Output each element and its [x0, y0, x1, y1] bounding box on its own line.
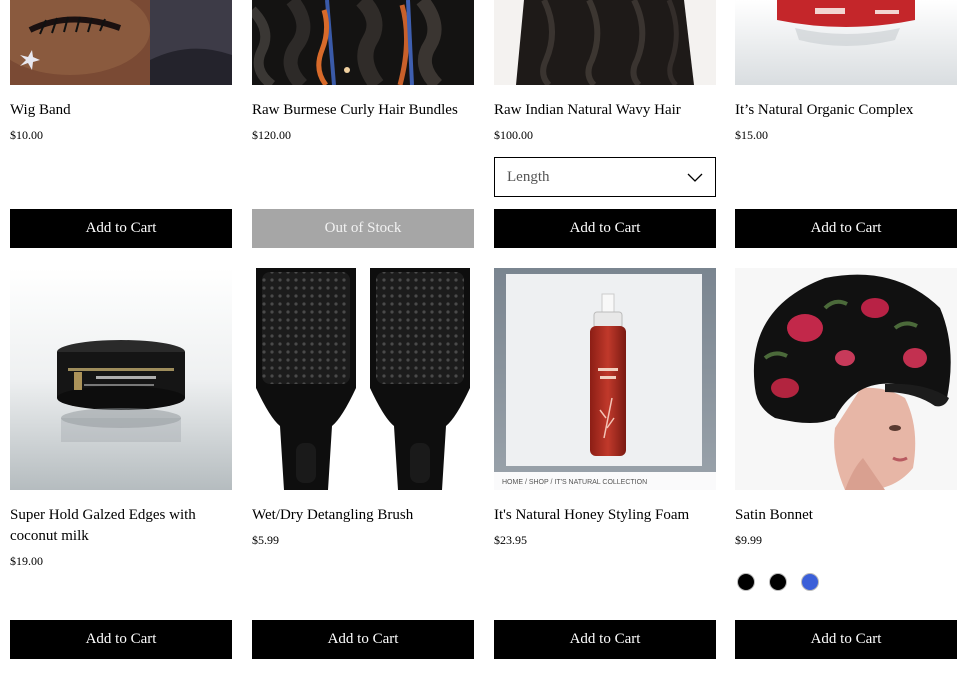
add-to-cart-button[interactable]: Add to Cart — [735, 620, 957, 659]
product-title[interactable]: Raw Burmese Curly Hair Bundles — [252, 100, 474, 121]
add-to-cart-button[interactable]: Add to Cart — [494, 209, 716, 248]
color-swatch-black-2[interactable] — [769, 573, 787, 591]
product-image[interactable] — [10, 268, 232, 490]
product-title[interactable]: Super Hold Galzed Edges with coconut mil… — [10, 505, 232, 547]
add-to-cart-button[interactable]: Add to Cart — [10, 620, 232, 659]
color-swatch-blue[interactable] — [801, 573, 819, 591]
product-image[interactable] — [735, 268, 957, 490]
add-to-cart-button[interactable]: Add to Cart — [252, 620, 474, 659]
product-price: $23.95 — [494, 533, 527, 547]
product-title[interactable]: It’s Natural Organic Complex — [735, 100, 957, 121]
product-price: $9.99 — [735, 533, 762, 547]
color-swatch-black[interactable] — [737, 573, 755, 591]
product-image[interactable] — [252, 0, 474, 85]
product-image[interactable]: HOME / SHOP / IT'S NATURAL COLLECTION — [494, 268, 716, 490]
product-title[interactable]: Raw Indian Natural Wavy Hair — [494, 100, 716, 121]
product-image[interactable] — [735, 0, 957, 85]
product-price: $19.00 — [10, 554, 43, 568]
product-price: $15.00 — [735, 128, 768, 142]
product-title[interactable]: Wig Band — [10, 100, 232, 121]
product-image[interactable] — [494, 0, 716, 85]
length-select[interactable]: Length — [494, 157, 716, 197]
product-price: $10.00 — [10, 128, 43, 142]
product-price: $100.00 — [494, 128, 533, 142]
product-title[interactable]: It's Natural Honey Styling Foam — [494, 505, 716, 526]
add-to-cart-button[interactable]: Add to Cart — [10, 209, 232, 248]
product-image[interactable] — [10, 0, 232, 85]
add-to-cart-button[interactable]: Add to Cart — [735, 209, 957, 248]
out-of-stock-button[interactable]: Out of Stock — [252, 209, 474, 248]
product-price: $120.00 — [252, 128, 291, 142]
length-select-value: Length — [507, 168, 550, 185]
product-title[interactable]: Satin Bonnet — [735, 505, 957, 526]
product-title[interactable]: Wet/Dry Detangling Brush — [252, 505, 474, 526]
breadcrumb-caption: HOME / SHOP / IT'S NATURAL COLLECTION — [502, 479, 647, 486]
product-price: $5.99 — [252, 533, 279, 547]
add-to-cart-button[interactable]: Add to Cart — [494, 620, 716, 659]
product-image[interactable] — [252, 268, 474, 490]
chevron-down-icon — [687, 173, 703, 182]
